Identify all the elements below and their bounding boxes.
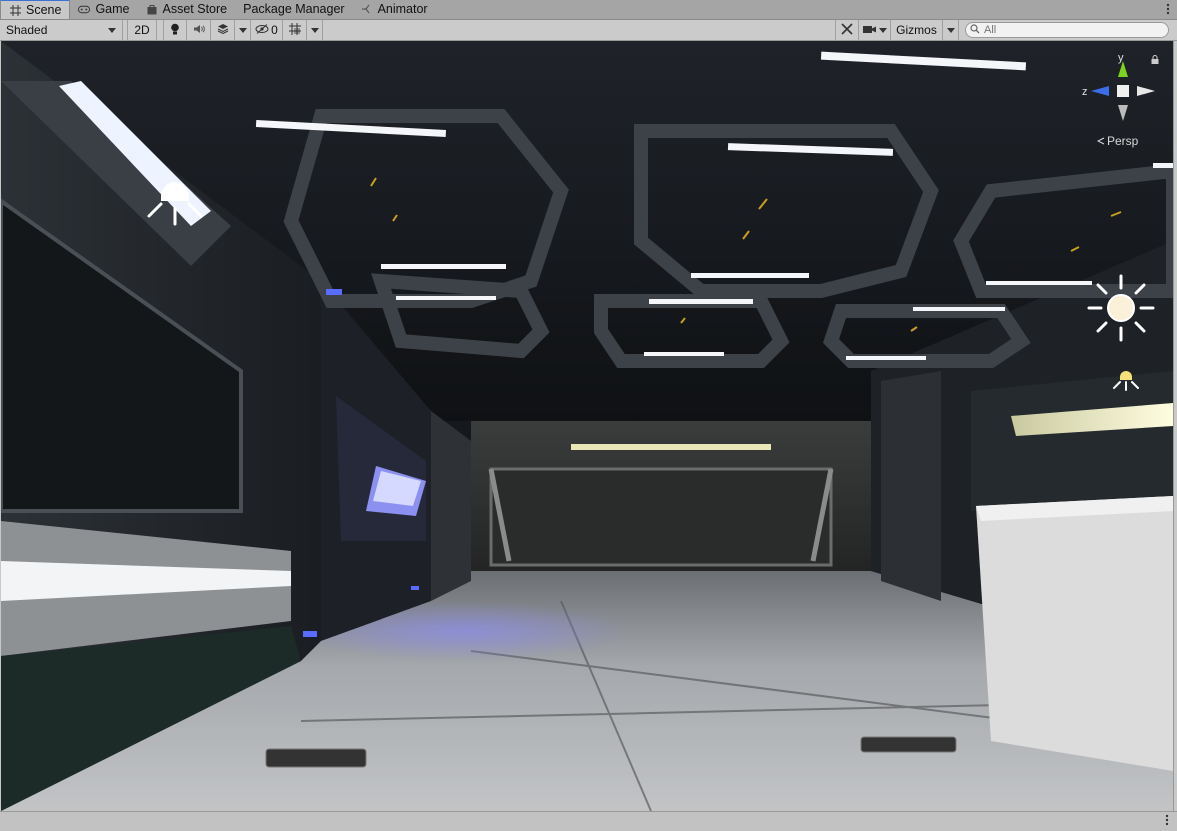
draw-mode-dropdown[interactable]: Shaded (0, 19, 123, 41)
axis-y-label: y (1118, 52, 1124, 64)
tab-package-manager-label: Package Manager (243, 2, 345, 16)
grid-icon (9, 4, 21, 16)
chevron-left-icon (1096, 134, 1105, 148)
mode-2d-label: 2D (134, 23, 150, 37)
status-bar (0, 811, 1177, 831)
bag-icon (146, 3, 158, 15)
effects-dropdown[interactable] (235, 19, 251, 41)
speaker-icon (193, 23, 205, 37)
scene-toolbar: Shaded 2D 0 Gizmos All (0, 19, 1177, 41)
tools-button[interactable] (835, 19, 859, 41)
projection-label: Persp (1107, 134, 1139, 148)
hierarchy-search[interactable] (965, 22, 1169, 38)
lightbulb-icon (170, 23, 180, 38)
grid-snap-icon (288, 22, 301, 38)
axis-z-label: z (1082, 86, 1088, 98)
mode-2d-toggle[interactable]: 2D (127, 19, 157, 41)
camera-icon (862, 23, 876, 37)
chevron-down-icon (878, 27, 887, 33)
window-tab-bar: Scene Game Asset Store Package Manager A… (0, 0, 1177, 20)
eye-off-icon (255, 23, 269, 37)
search-icon (970, 23, 980, 37)
tab-asset-store[interactable]: Asset Store (138, 0, 236, 19)
tools-icon (841, 22, 853, 38)
gizmos-dropdown[interactable] (943, 19, 959, 41)
scrollbar-track (1173, 41, 1177, 811)
tab-scene-label: Scene (26, 3, 62, 17)
tab-scene[interactable]: Scene (0, 0, 71, 19)
gizmos-toggle[interactable]: Gizmos (891, 19, 943, 41)
chevron-down-icon (238, 27, 247, 33)
tab-animator[interactable]: Animator (353, 0, 436, 19)
projection-toggle[interactable]: Persp (1096, 134, 1139, 148)
hidden-count: 0 (271, 23, 278, 37)
lighting-toggle[interactable] (163, 19, 187, 41)
audio-toggle[interactable] (187, 19, 211, 41)
draw-mode-label: Shaded (6, 23, 48, 37)
tab-package-manager[interactable]: Package Manager (235, 0, 352, 19)
directional-light-icon (1087, 274, 1155, 342)
scene-viewport[interactable]: y z Persp (1, 41, 1173, 811)
grid-dropdown[interactable] (307, 19, 323, 41)
camera-settings-button[interactable] (859, 19, 891, 41)
gamepad-icon (78, 3, 91, 15)
chevron-down-icon (108, 27, 116, 33)
layers-icon (217, 23, 229, 37)
lock-icon[interactable] (1151, 53, 1159, 67)
tab-game[interactable]: Game (70, 0, 137, 19)
search-input[interactable] (984, 24, 1164, 36)
gizmos-label: Gizmos (896, 23, 937, 37)
tab-asset-store-label: Asset Store (162, 2, 228, 16)
effects-toggle[interactable] (211, 19, 235, 41)
grid-toggle[interactable] (283, 19, 307, 41)
scene-visibility-toggle[interactable]: 0 (251, 19, 283, 41)
more-options-icon[interactable] (1165, 814, 1169, 829)
scene-render (1, 41, 1173, 811)
tab-menu-icon[interactable] (1159, 0, 1177, 19)
tab-animator-label: Animator (377, 2, 428, 16)
chevron-down-icon (946, 27, 955, 33)
chevron-down-icon (310, 27, 319, 33)
tab-game-label: Game (95, 2, 130, 16)
animator-icon (361, 3, 373, 15)
